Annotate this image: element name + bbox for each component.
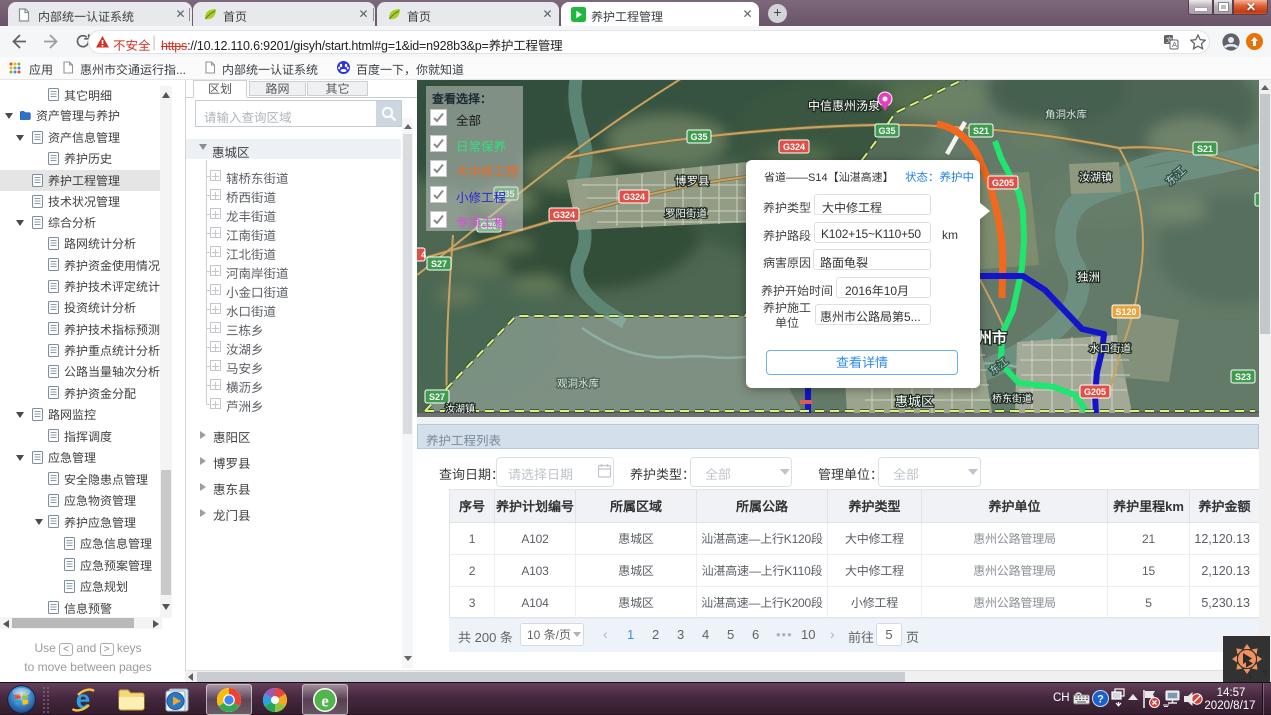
svg-text:G205: G205 xyxy=(1084,387,1106,397)
svg-text:G205: G205 xyxy=(992,178,1014,188)
svg-text:G324: G324 xyxy=(783,142,805,152)
svg-text:S120: S120 xyxy=(1115,307,1136,317)
svg-text:G324: G324 xyxy=(623,192,645,202)
svg-text:惠城区: 惠城区 xyxy=(895,391,934,410)
svg-text:S21: S21 xyxy=(973,126,989,136)
svg-text:汝湖镇: 汝湖镇 xyxy=(1079,169,1112,185)
svg-text:罗阳街道: 罗阳街道 xyxy=(665,206,707,221)
svg-text:S23: S23 xyxy=(1235,372,1251,382)
svg-text:水口街道: 水口街道 xyxy=(1089,341,1131,356)
svg-text:角洞水库: 角洞水库 xyxy=(1045,107,1087,122)
svg-text:中信惠州汤泉: 中信惠州汤泉 xyxy=(808,97,880,114)
svg-text:4: 4 xyxy=(421,250,426,260)
svg-text:?: ? xyxy=(1097,694,1104,706)
svg-text:S21: S21 xyxy=(1197,144,1213,154)
svg-text:G35: G35 xyxy=(878,126,895,136)
svg-text:S27: S27 xyxy=(429,392,445,402)
svg-text:e: e xyxy=(321,692,329,711)
svg-text:G324: G324 xyxy=(553,210,575,220)
svg-text:G35: G35 xyxy=(690,132,707,142)
svg-text:汝湖镇: 汝湖镇 xyxy=(445,400,475,413)
svg-text:博罗县: 博罗县 xyxy=(675,173,710,189)
svg-text:A: A xyxy=(1172,40,1177,49)
svg-text:观洞水库: 观洞水库 xyxy=(557,376,599,391)
svg-text:S27: S27 xyxy=(431,259,447,269)
svg-text:桥东街道: 桥东街道 xyxy=(992,390,1032,405)
svg-text:独洲: 独洲 xyxy=(1077,269,1100,285)
